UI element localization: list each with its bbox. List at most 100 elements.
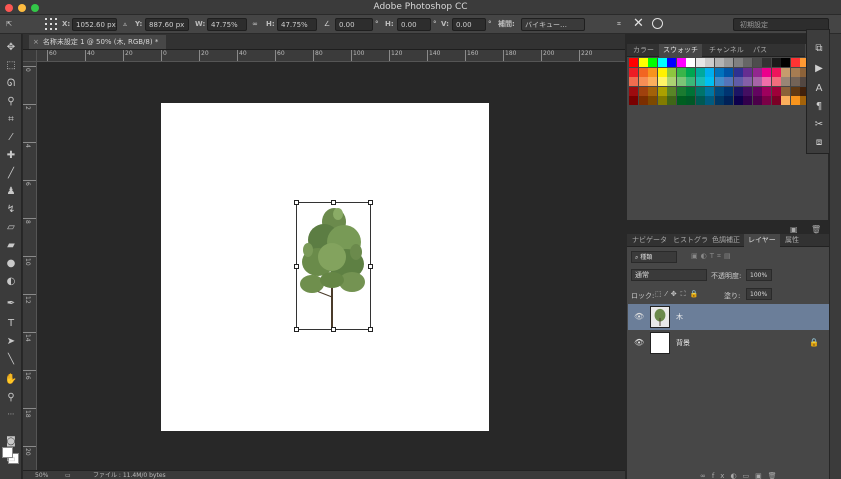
brush-presets-icon[interactable]: ⧈ xyxy=(812,136,826,150)
color-swatch[interactable] xyxy=(686,67,695,77)
color-swatch[interactable] xyxy=(657,96,667,105)
blur-tool-icon[interactable]: ● xyxy=(3,256,19,272)
quick-select-tool-icon[interactable]: ⚲ xyxy=(3,94,19,110)
color-swatch[interactable] xyxy=(676,67,686,77)
color-swatch[interactable] xyxy=(657,67,667,77)
eye-icon[interactable]: 👁 xyxy=(634,338,644,347)
horizontal-ruler[interactable]: 60 40 20 0 20 40 60 80 100 120 140 160 180 200 220 xyxy=(37,50,625,62)
layer-row[interactable]: 👁 木 xyxy=(628,304,829,330)
color-swatch[interactable] xyxy=(724,67,733,77)
vertical-ruler[interactable]: 0 2 4 6 8 10 12 14 16 18 20 xyxy=(23,50,37,470)
color-swatch[interactable] xyxy=(648,67,657,77)
color-swatch[interactable] xyxy=(638,67,648,77)
layer-kind-filter[interactable]: ⌕ 種類 xyxy=(631,251,677,263)
character-panel-icon[interactable]: A xyxy=(812,82,826,96)
delete-swatch-icon[interactable]: 🗑 xyxy=(811,225,821,234)
color-swatch[interactable] xyxy=(686,58,695,67)
color-swatch[interactable] xyxy=(771,96,781,105)
h-field[interactable]: 47.75% xyxy=(277,18,317,31)
color-swatch[interactable] xyxy=(686,86,695,96)
transform-handle[interactable] xyxy=(331,327,336,332)
lock-icons[interactable]: ⬚⁄✥⛶🔒 xyxy=(655,290,702,299)
x-field[interactable]: 1052.60 px xyxy=(72,18,117,31)
hand-tool-icon[interactable]: ✋ xyxy=(3,372,19,388)
color-swatch[interactable] xyxy=(790,96,800,105)
color-swatch[interactable] xyxy=(676,86,686,96)
color-swatch[interactable] xyxy=(752,67,762,77)
pen-tool-icon[interactable]: ✒ xyxy=(3,296,19,312)
tab-swatches[interactable]: スウォッチ xyxy=(659,44,702,57)
color-swatch[interactable] xyxy=(781,58,790,67)
tab-layers[interactable]: レイヤー xyxy=(744,234,780,247)
color-swatch[interactable] xyxy=(657,86,667,96)
color-swatch[interactable] xyxy=(714,67,724,77)
angle-field[interactable]: 0.00 xyxy=(335,18,373,31)
history-panel-icon[interactable]: ⧉ xyxy=(812,42,826,56)
color-swatch[interactable] xyxy=(667,77,676,86)
file-size-info[interactable]: ファイル : 11.4M/0 bytes xyxy=(93,471,166,479)
color-swatch[interactable] xyxy=(705,86,714,96)
layer-filter-icons[interactable]: ▣◐T⌗▤ xyxy=(691,252,734,261)
type-tool-icon[interactable]: T xyxy=(3,316,19,332)
color-swatch[interactable] xyxy=(790,86,800,96)
transform-handle[interactable] xyxy=(331,200,336,205)
color-swatch[interactable] xyxy=(771,58,781,67)
eyedropper-tool-icon[interactable]: ⁄ xyxy=(3,130,19,146)
status-export-icon[interactable]: ▭ xyxy=(65,471,71,479)
close-tab-icon[interactable]: × xyxy=(33,38,39,46)
color-swatch[interactable] xyxy=(629,67,638,77)
color-swatch[interactable] xyxy=(752,58,762,67)
color-swatch[interactable] xyxy=(762,67,771,77)
tab-paths[interactable]: パス xyxy=(749,44,771,57)
color-swatch[interactable] xyxy=(752,86,762,96)
color-swatch[interactable] xyxy=(667,67,676,77)
color-swatch[interactable] xyxy=(648,77,657,86)
color-swatch[interactable] xyxy=(781,86,790,96)
color-swatch[interactable] xyxy=(733,86,743,96)
color-swatch[interactable] xyxy=(781,96,790,105)
color-swatch[interactable] xyxy=(629,96,638,105)
color-swatch[interactable] xyxy=(705,67,714,77)
tab-adjustments[interactable]: 色調補正 xyxy=(708,234,744,247)
color-swatch[interactable] xyxy=(638,77,648,86)
color-swatch[interactable] xyxy=(638,58,648,67)
tab-navigator[interactable]: ナビゲータ xyxy=(628,234,671,247)
color-swatch[interactable] xyxy=(676,96,686,105)
color-swatch[interactable] xyxy=(695,58,705,67)
color-swatch[interactable] xyxy=(752,77,762,86)
color-swatch[interactable] xyxy=(705,77,714,86)
color-swatch[interactable] xyxy=(629,86,638,96)
w-field[interactable]: 47.75% xyxy=(207,18,247,31)
color-swatch[interactable] xyxy=(743,77,752,86)
color-swatch[interactable] xyxy=(667,58,676,67)
color-swatch[interactable] xyxy=(638,86,648,96)
transform-handle[interactable] xyxy=(368,200,373,205)
transform-handle[interactable] xyxy=(368,264,373,269)
actions-play-icon[interactable]: ▶ xyxy=(812,62,826,76)
transform-handle[interactable] xyxy=(368,327,373,332)
color-swatch[interactable] xyxy=(695,96,705,105)
gradient-tool-icon[interactable]: ▰ xyxy=(3,238,19,254)
zoom-tool-icon[interactable]: ⚲ xyxy=(3,390,19,406)
color-swatch[interactable] xyxy=(762,96,771,105)
color-swatch[interactable] xyxy=(714,96,724,105)
color-swatch[interactable] xyxy=(629,58,638,67)
new-swatch-icon[interactable]: ▣ xyxy=(790,225,798,234)
transform-handle[interactable] xyxy=(294,200,299,205)
color-swatch[interactable] xyxy=(638,96,648,105)
color-swatch[interactable] xyxy=(686,77,695,86)
lasso-tool-icon[interactable]: ᘏ xyxy=(3,76,19,92)
tab-histogram[interactable]: ヒストグラ xyxy=(669,234,712,247)
y-field[interactable]: 887.60 px xyxy=(145,18,189,31)
color-swatch[interactable] xyxy=(790,58,800,67)
color-swatch[interactable] xyxy=(733,67,743,77)
color-swatch[interactable] xyxy=(724,77,733,86)
warp-toggle-icon[interactable]: ⌗ xyxy=(612,18,626,31)
blend-mode-select[interactable]: 通常 xyxy=(631,269,707,281)
color-swatch[interactable] xyxy=(724,86,733,96)
tool-presets-icon[interactable]: ✂ xyxy=(812,118,826,132)
clone-stamp-tool-icon[interactable]: ♟ xyxy=(3,184,19,200)
color-swatch[interactable] xyxy=(695,67,705,77)
color-swatch[interactable] xyxy=(781,77,790,86)
color-swatch[interactable] xyxy=(771,77,781,86)
